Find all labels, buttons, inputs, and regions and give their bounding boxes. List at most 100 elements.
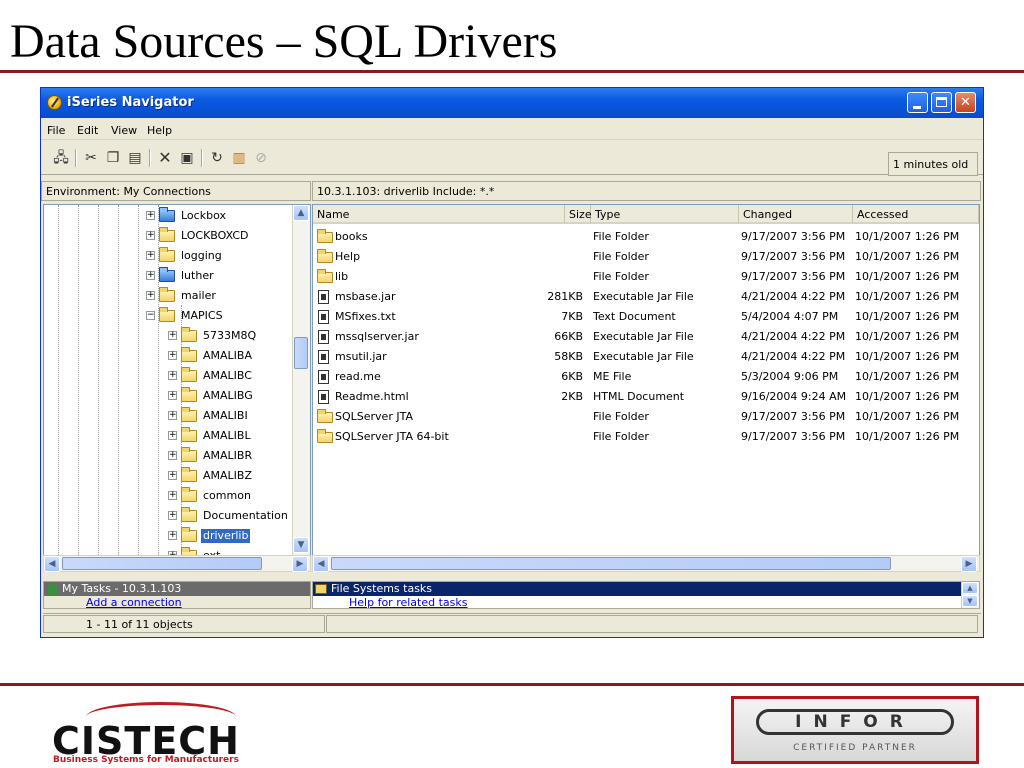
file-accessed: 10/1/2007 1:26 PM [855,350,960,363]
file-row[interactable]: Readme.html 2KB HTML Document 9/16/2004 9:2… [313,387,979,407]
folder-icon [317,249,333,263]
file-row[interactable]: read.me 6KB ME File 5/3/2004 9:06 PM 10/1/20… [313,367,979,387]
close-button[interactable]: ✕ [955,92,976,113]
folder-icon [181,467,197,482]
file-row[interactable]: mssqlserver.jar 66KB Executable Jar File 4/… [313,327,979,347]
menu-bar: File Edit View Help [41,120,983,140]
properties-icon[interactable]: ▣ [179,150,195,166]
file-changed: 9/17/2007 3:56 PM [741,250,846,263]
file-icon [318,370,329,384]
maximize-button[interactable] [931,92,952,113]
tree-item-label: LOCKBOXCD [181,229,249,242]
expand-icon[interactable]: + [146,271,155,280]
expand-icon[interactable]: + [168,371,177,380]
column-header-name[interactable]: Name [313,205,565,224]
file-list[interactable]: Name Size Type Changed Accessed books Fil… [312,204,980,556]
expand-icon[interactable]: + [168,351,177,360]
tree-item-label: AMALIBZ [203,469,252,482]
tree-item-label: Documentation [203,509,288,522]
file-name: Help [335,250,361,263]
menu-view[interactable]: View [111,124,137,137]
expand-icon[interactable]: + [146,251,155,260]
slide-title: Data Sources – SQL Drivers [10,15,558,68]
copy-icon[interactable]: ❐ [105,150,121,166]
file-accessed: 10/1/2007 1:26 PM [855,410,960,423]
file-type: Executable Jar File [593,290,694,303]
minimize-button[interactable] [907,92,928,113]
file-type: ME File [593,370,632,383]
expand-icon[interactable]: + [168,471,177,480]
expand-icon[interactable]: + [168,451,177,460]
column-header-accessed[interactable]: Accessed [853,205,979,224]
file-row[interactable]: lib File Folder 9/17/2007 3:56 PM 10/1/2007… [313,267,979,287]
menu-help[interactable]: Help [147,124,172,137]
file-name: books [335,230,368,243]
scroll-down-icon[interactable]: ▼ [293,537,309,553]
file-list-horizontal-scrollbar[interactable]: ◀ ▶ [312,555,980,572]
folder-icon [181,367,197,382]
status-bar: 1 - 11 of 11 objects [43,613,981,633]
connections-tree[interactable]: ▲ ▼ + Lockbox + LOCKBOXCD + logging + luther + ma… [43,204,311,556]
cut-icon[interactable]: ✂ [83,150,99,166]
infor-pill: INFOR [756,709,954,735]
toolbar-separator [75,149,77,167]
tree-hscroll-thumb[interactable] [62,557,262,570]
column-header-size[interactable]: Size [565,205,592,224]
delete-icon[interactable]: ✕ [157,150,173,166]
file-icon [318,330,329,344]
columns-icon[interactable]: ▥ [231,150,247,166]
column-header-changed[interactable]: Changed [739,205,853,224]
folder-icon [181,447,197,462]
expand-icon[interactable]: + [146,291,155,300]
paste-icon[interactable]: ▤ [127,150,143,166]
scroll-down-icon[interactable]: ▼ [962,595,978,607]
scroll-left-icon[interactable]: ◀ [313,556,329,572]
expand-icon[interactable]: + [168,531,177,540]
file-row[interactable]: msutil.jar 58KB Executable Jar File 4/21/20… [313,347,979,367]
tree-item-label: AMALIBR [203,449,253,462]
stop-icon[interactable]: ⊘ [253,150,269,166]
file-row[interactable]: msbase.jar 281KB Executable Jar File 4/21/2… [313,287,979,307]
expand-icon[interactable]: + [168,391,177,400]
tree-guide-line [98,205,99,555]
scroll-right-icon[interactable]: ▶ [292,556,308,572]
tree-scroll-thumb[interactable] [294,337,308,369]
title-bar[interactable]: iSeries Navigator ✕ [41,88,983,118]
tree-vertical-scrollbar[interactable]: ▲ ▼ [292,205,310,555]
file-row[interactable]: SQLServer JTA File Folder 9/17/2007 3:56 P… [313,407,979,427]
tree-horizontal-scrollbar[interactable]: ◀ ▶ [43,555,311,572]
expand-icon[interactable]: + [168,511,177,520]
file-list-hscroll-thumb[interactable] [331,557,891,570]
scroll-up-icon[interactable]: ▲ [293,205,309,221]
scroll-left-icon[interactable]: ◀ [44,556,60,572]
infor-subtitle: CERTIFIED PARTNER [793,743,917,753]
column-header-type[interactable]: Type [591,205,739,224]
expand-icon[interactable]: + [146,211,155,220]
expand-icon[interactable]: + [168,331,177,340]
expand-icon[interactable]: + [168,491,177,500]
scroll-up-icon[interactable]: ▲ [962,582,978,594]
connect-icon[interactable]: 🖧 [53,150,69,166]
file-row[interactable]: Help File Folder 9/17/2007 3:56 PM 10/1/200… [313,247,979,267]
file-row[interactable]: books File Folder 9/17/2007 3:56 PM 10/1/20… [313,227,979,247]
expand-icon[interactable]: + [168,431,177,440]
help-related-tasks-link[interactable]: Help for related tasks [349,597,468,609]
expand-icon[interactable]: + [168,411,177,420]
tree-item-label: AMALIBL [203,429,251,442]
add-connection-link[interactable]: Add a connection [86,597,182,609]
file-row[interactable]: SQLServer JTA 64-bit File Folder 9/17/2007… [313,427,979,447]
toolbar-separator [149,149,151,167]
menu-file[interactable]: File [47,124,65,137]
footer-rule [0,683,1024,686]
file-row[interactable]: MSfixes.txt 7KB Text Document 5/4/2004 4:07… [313,307,979,327]
scroll-right-icon[interactable]: ▶ [961,556,977,572]
tree-item-label: luther [181,269,214,282]
tasks-scrollbar[interactable]: ▲ ▼ [961,582,979,608]
collapse-icon[interactable]: − [146,311,155,320]
file-icon [318,290,329,304]
file-type: Executable Jar File [593,330,694,343]
refresh-icon[interactable]: ↻ [209,150,225,166]
expand-icon[interactable]: + [146,231,155,240]
file-type: File Folder [593,270,649,283]
menu-edit[interactable]: Edit [77,124,98,137]
